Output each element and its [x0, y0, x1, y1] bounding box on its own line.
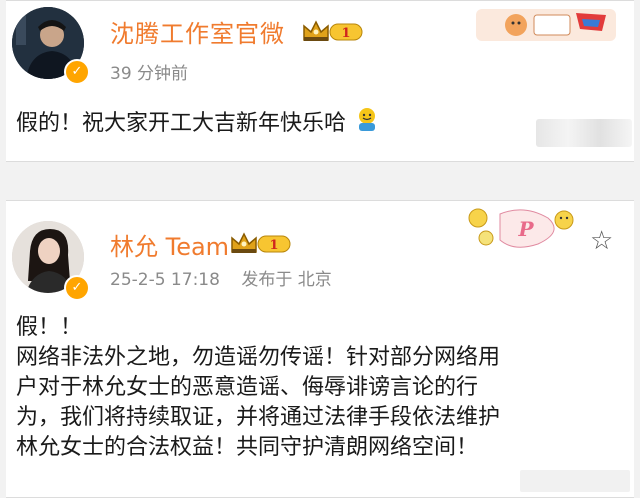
- post-time: 39 分钟前: [110, 64, 189, 84]
- post-text: 假的！祝大家开工大吉新年快乐哈: [16, 106, 381, 143]
- emoji-icon: [353, 106, 381, 143]
- post-meta: 25-2-5 17:18 发布于 北京: [110, 265, 348, 290]
- blurred-element: [536, 119, 632, 147]
- verified-badge-icon: ✓: [64, 275, 90, 301]
- text-line: 假！！: [16, 315, 83, 340]
- post-card-1: ✓ 沈腾工作室官微 1 39 分钟前 假的！祝大家开工大吉新年快乐哈: [6, 0, 634, 162]
- svg-text:P: P: [517, 217, 534, 241]
- plog-sticker-decoration: P: [468, 208, 574, 248]
- author-name[interactable]: 林允 Team: [110, 227, 229, 262]
- verified-badge-icon: ✓: [64, 59, 90, 85]
- post-date: 25-2-5 17:18: [110, 270, 220, 290]
- text-line: 林允女士的合法权益！共同守护清朗网络空间！: [16, 435, 479, 460]
- favorite-star-icon[interactable]: ☆: [590, 226, 613, 256]
- vip-level: 1: [341, 26, 350, 41]
- text-line: 为，我们将持续取证，并将通过法律手段依法维护: [16, 405, 501, 430]
- watermark: [520, 470, 630, 492]
- crown-badge-icon: 1: [303, 20, 363, 41]
- text-line: 网络非法外之地，勿造谣勿传谣！针对部分网络用: [16, 345, 501, 370]
- crown-badge-icon: 1: [231, 232, 291, 253]
- author-name[interactable]: 沈腾工作室官微: [110, 14, 285, 49]
- post-text: 假！！ 网络非法外之地，勿造谣勿传谣！针对部分网络用 户对于林允女士的恶意造谣、…: [16, 313, 500, 463]
- sticker-decoration: [476, 9, 616, 41]
- vip-level: 1: [269, 238, 278, 253]
- text-line: 户对于林允女士的恶意造谣、侮辱诽谤言论的行: [16, 375, 479, 400]
- post-location: 发布于 北京: [241, 270, 332, 290]
